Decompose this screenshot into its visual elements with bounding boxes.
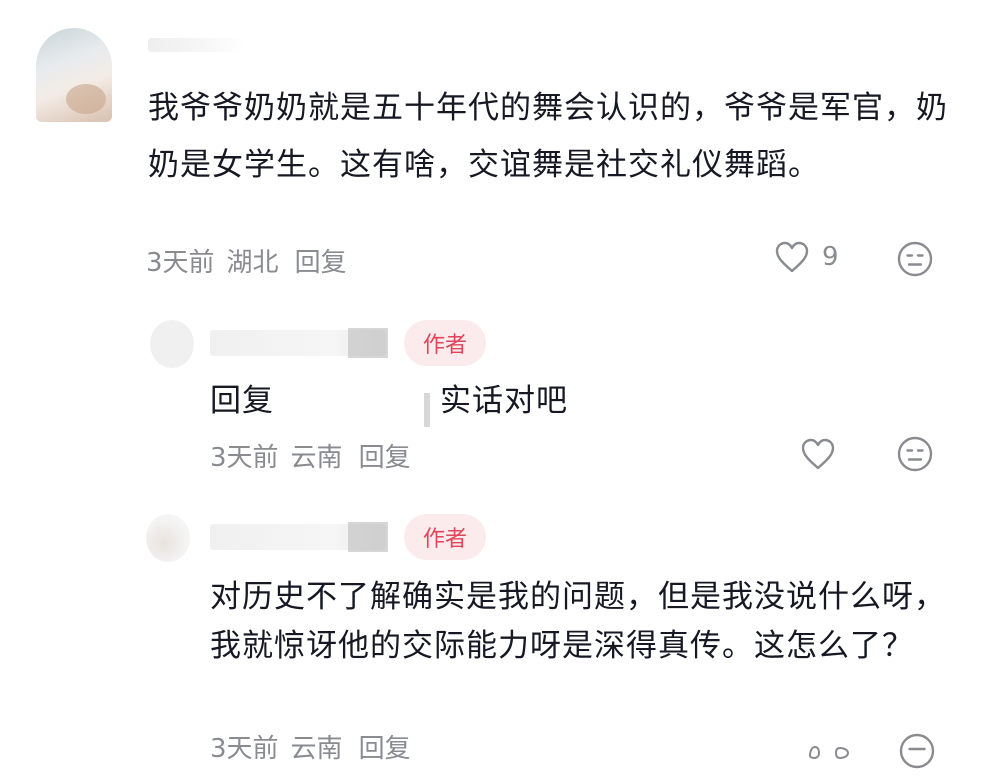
reply-text: 对历史不了解确实是我的问题，但是我没说什么呀，我就惊讶他的交际能力呀是深得真传。… [210, 579, 946, 664]
author-badge: 作者 [404, 514, 486, 560]
reply-reply-button[interactable]: 回复 [359, 728, 411, 765]
reply-reply-button[interactable]: 回复 [359, 437, 411, 474]
reply-meta: 3天前 云南 回复 [210, 728, 411, 765]
reply-time: 3天前 [210, 734, 279, 764]
heart-outline-icon[interactable] [774, 240, 810, 274]
meh-face-icon[interactable] [896, 240, 934, 278]
reply-avatar[interactable] [150, 320, 194, 368]
comment-text: 我爷爷奶奶就是五十年代的舞会认识的，爷爷是军官，奶奶是女学生。这有啥，交谊舞是社… [148, 90, 948, 183]
commenter-avatar[interactable] [36, 28, 112, 122]
comment-time: 3天前 [146, 248, 215, 278]
reply-to-prefix: 回复 [210, 383, 274, 419]
reply-time: 3天前 [210, 443, 279, 473]
author-badge: 作者 [404, 320, 486, 366]
mentioned-user-obscured [424, 393, 430, 427]
reply-name-smudge [348, 522, 388, 552]
reply-name-smudge [348, 328, 388, 358]
comment-meta: 3天前 湖北 回复 [146, 242, 347, 279]
meh-face-icon[interactable] [898, 732, 936, 770]
heart-outline-icon[interactable] [806, 738, 854, 760]
reply-location: 云南 [290, 734, 343, 764]
comment-location: 湖北 [226, 248, 279, 278]
heart-outline-icon[interactable] [800, 437, 836, 471]
comment-like-button[interactable]: 9 [774, 240, 839, 274]
reply-avatar[interactable] [146, 514, 190, 562]
reply-location: 云南 [290, 443, 343, 473]
commenter-name-obscured[interactable] [148, 38, 244, 52]
meh-face-icon[interactable] [896, 435, 934, 473]
reply-meta: 3天前 云南 回复 [210, 437, 411, 474]
comment-reply-button[interactable]: 回复 [295, 242, 347, 279]
reply-body: 实话对吧 [440, 383, 568, 419]
reply-text: 回复 [210, 377, 930, 426]
comment-like-count: 9 [822, 242, 839, 272]
